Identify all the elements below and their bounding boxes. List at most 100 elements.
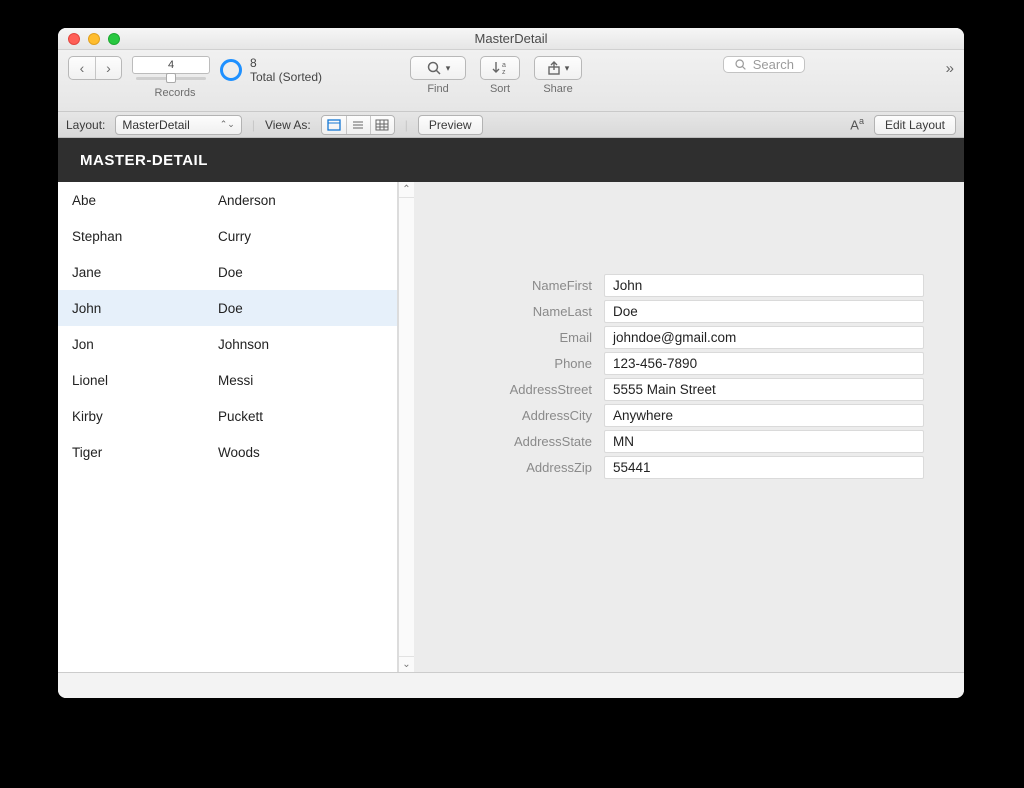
first-name-cell: Kirby [58,409,218,424]
first-name-cell: Lionel [58,373,218,388]
first-name-cell: John [58,301,218,316]
search-input[interactable]: Search [723,56,805,73]
field-label: AddressZip [454,460,604,475]
prev-record-button[interactable]: ‹ [69,57,95,79]
find-group: ▾ Find [410,56,466,95]
toolbar-overflow-button[interactable]: » [946,56,954,80]
records-caption: Records [155,87,196,99]
chevron-updown-icon: ⌃⌄ [220,119,235,130]
next-record-button[interactable]: › [95,57,121,79]
record-nav[interactable]: ‹ › [68,56,122,80]
field-label: NameFirst [454,278,604,293]
view-form-button[interactable] [322,116,346,134]
last-name-cell: Curry [218,229,397,244]
search-group: Search [596,56,932,88]
view-as-segmented[interactable] [321,115,395,135]
last-name-cell: Anderson [218,193,397,208]
scroll-up-button[interactable]: ⌃ [399,182,414,198]
field-label: Phone [454,356,604,371]
last-name-cell: Woods [218,445,397,460]
master-scrollbar[interactable]: ⌃ ⌄ [398,182,414,672]
titlebar: MasterDetail [58,28,964,50]
table-view-icon [375,119,389,131]
sort-button[interactable]: a z [480,56,520,80]
toolbar: ‹ › 4 8 Total (Sorted) Records [58,50,964,112]
first-name-cell: Abe [58,193,218,208]
sort-group: a z Sort [480,56,520,95]
form-row: NameLastDoe [454,298,924,324]
list-view-icon [351,119,365,131]
last-name-cell: Messi [218,373,397,388]
record-slider[interactable] [132,74,210,82]
list-item[interactable]: TigerWoods [58,434,397,470]
first-name-cell: Jon [58,337,218,352]
last-name-cell: Puckett [218,409,397,424]
search-icon [734,58,747,71]
form-view-icon [327,119,341,131]
field-input[interactable]: John [604,274,924,297]
share-group: ▾ Share [534,56,582,95]
field-input[interactable]: MN [604,430,924,453]
scroll-down-button[interactable]: ⌄ [399,656,414,672]
list-item[interactable]: JohnDoe [58,290,397,326]
page-header: MASTER-DETAIL [58,138,964,182]
field-label: AddressStreet [454,382,604,397]
form-row: AddressZip55441 [454,454,924,480]
form-row: Emailjohndoe@gmail.com [454,324,924,350]
list-item[interactable]: JaneDoe [58,254,397,290]
field-input[interactable]: Anywhere [604,404,924,427]
record-count: 8 Total (Sorted) [250,56,322,84]
layout-bar: Layout: MasterDetail ⌃⌄ | View As: | Pre… [58,112,964,138]
pie-progress-icon[interactable] [220,59,242,81]
find-button[interactable]: ▾ [410,56,466,80]
list-item[interactable]: LionelMessi [58,362,397,398]
view-table-button[interactable] [370,116,394,134]
form-row: AddressCityAnywhere [454,402,924,428]
form-row: AddressStreet5555 Main Street [454,376,924,402]
last-name-cell: Johnson [218,337,397,352]
edit-layout-button[interactable]: Edit Layout [874,115,956,135]
first-name-cell: Tiger [58,445,218,460]
view-list-button[interactable] [346,116,370,134]
preview-button[interactable]: Preview [418,115,483,135]
search-icon [426,60,442,76]
layout-label: Layout: [66,118,105,132]
field-label: AddressState [454,434,604,449]
list-item[interactable]: AbeAnderson [58,182,397,218]
first-name-cell: Jane [58,265,218,280]
list-item[interactable]: StephanCurry [58,218,397,254]
status-bar [58,672,964,698]
first-name-cell: Stephan [58,229,218,244]
svg-text:a: a [502,62,506,69]
field-input[interactable]: johndoe@gmail.com [604,326,924,349]
field-label: NameLast [454,304,604,319]
list-item[interactable]: KirbyPuckett [58,398,397,434]
form-row: NameFirstJohn [454,272,924,298]
text-format-button[interactable]: Aa [850,116,864,132]
field-label: Email [454,330,604,345]
form-row: Phone123-456-7890 [454,350,924,376]
form-row: AddressStateMN [454,428,924,454]
detail-form: NameFirstJohnNameLastDoeEmailjohndoe@gma… [414,182,964,672]
records-group: ‹ › 4 8 Total (Sorted) Records [68,56,322,99]
svg-text:z: z [502,69,506,76]
master-list: AbeAndersonStephanCurryJaneDoeJohnDoeJon… [58,182,398,672]
viewas-label: View As: [265,118,311,132]
overflow-group: » [946,56,954,95]
list-item[interactable]: JonJohnson [58,326,397,362]
share-icon [547,60,561,76]
field-input[interactable]: 123-456-7890 [604,352,924,375]
field-label: AddressCity [454,408,604,423]
field-input[interactable]: 5555 Main Street [604,378,924,401]
record-number-field[interactable]: 4 [132,56,210,74]
app-window: MasterDetail ‹ › 4 8 T [58,28,964,698]
window-title: MasterDetail [58,31,964,46]
field-input[interactable]: Doe [604,300,924,323]
layout-dropdown[interactable]: MasterDetail ⌃⌄ [115,115,241,135]
body: AbeAndersonStephanCurryJaneDoeJohnDoeJon… [58,182,964,672]
last-name-cell: Doe [218,265,397,280]
sort-az-icon: a z [491,60,509,76]
field-input[interactable]: 55441 [604,456,924,479]
last-name-cell: Doe [218,301,397,316]
share-button[interactable]: ▾ [534,56,582,80]
